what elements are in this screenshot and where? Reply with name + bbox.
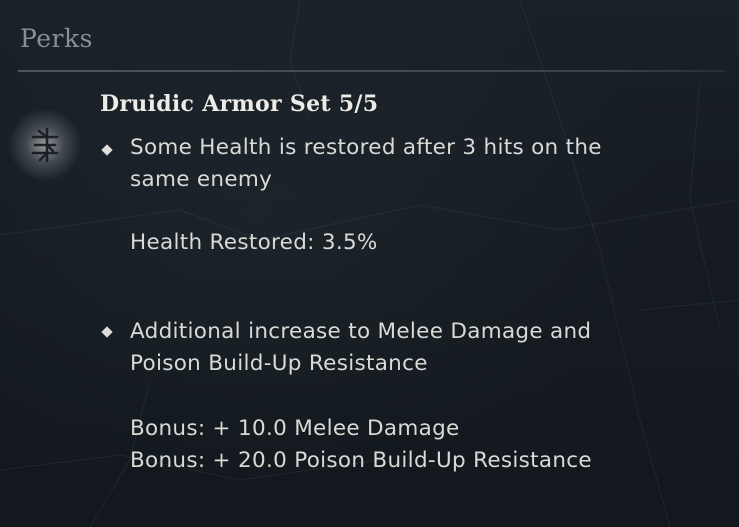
bullet-icon [101, 144, 113, 156]
effect-2-stat-2: Bonus: + 20.0 Poison Build-Up Resistance [130, 448, 592, 473]
bullet-icon [101, 326, 113, 338]
perks-panel: Perks Druidic Armor Set 5/5 Some Health … [0, 0, 739, 527]
section-divider [18, 70, 725, 72]
effect-2-line-2: Poison Build-Up Resistance [130, 351, 428, 376]
druidic-rune-icon [31, 127, 59, 163]
perk-icon-container [8, 108, 82, 182]
effect-1-line-1: Some Health is restored after 3 hits on … [130, 135, 602, 160]
section-title: Perks [20, 24, 93, 53]
effect-2-stat-1: Bonus: + 10.0 Melee Damage [130, 416, 460, 441]
effect-1-line-2: same enemy [130, 167, 273, 192]
effect-1-stat-1: Health Restored: 3.5% [130, 230, 378, 255]
perk-name: Druidic Armor Set 5/5 [100, 91, 379, 117]
effect-2-line-1: Additional increase to Melee Damage and [130, 319, 592, 344]
